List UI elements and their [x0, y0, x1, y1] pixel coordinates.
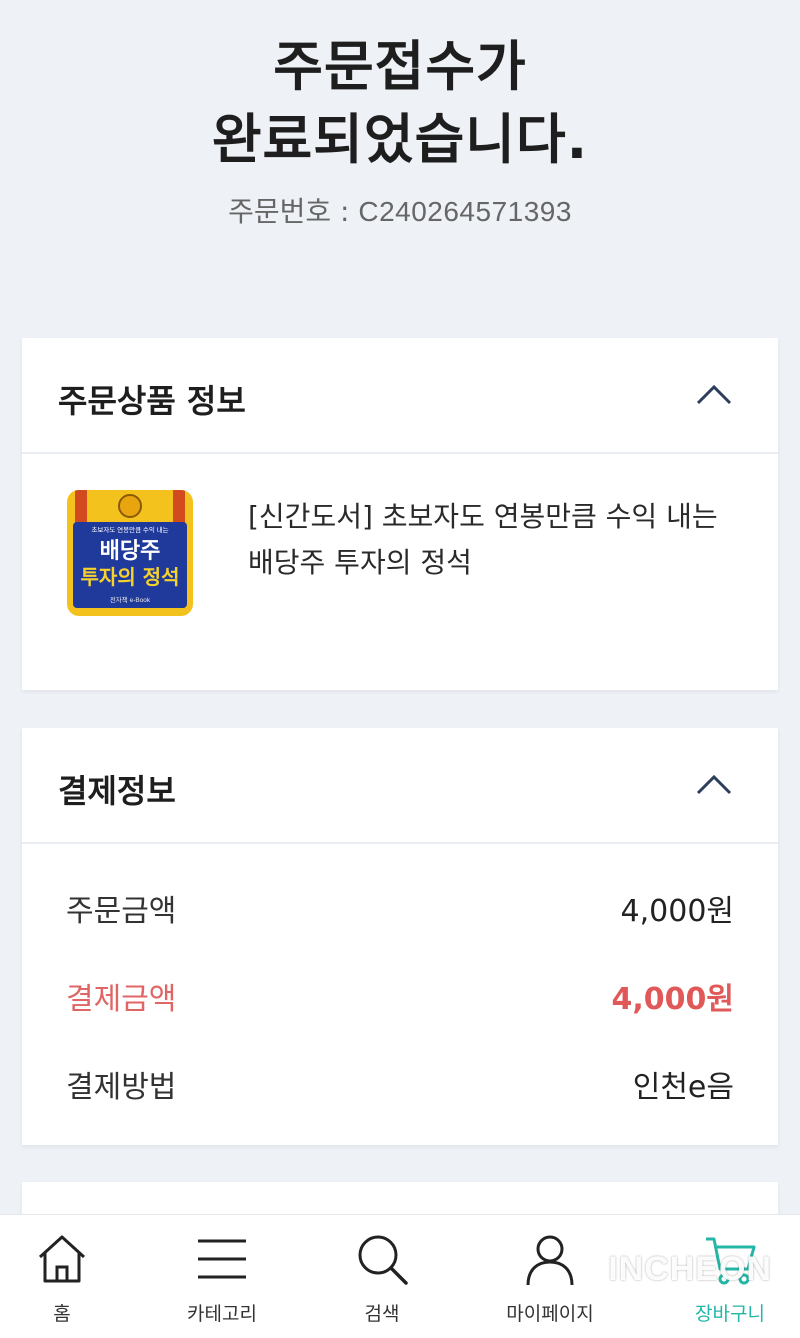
payment-info-header[interactable]: 결제정보 [22, 728, 778, 844]
order-amount-value: 4,000원 [620, 894, 734, 929]
nav-search[interactable]: 검색 [302, 1215, 462, 1338]
payment-info-title: 결제정보 [58, 772, 176, 810]
order-amount-row: 주문금액 4,000원 [66, 886, 734, 930]
nav-home-label: 홈 [53, 1303, 71, 1325]
user-icon [526, 1235, 574, 1286]
book-cover-title-1: 배당주 [100, 539, 161, 564]
product-info-header[interactable]: 주문상품 정보 [22, 338, 778, 454]
order-complete-header: 주문접수가 완료되었습니다. 주문번호 : C240264571393 [0, 0, 800, 300]
payment-info-card: 결제정보 주문금액 4,000원 결제금액 4,000원 결제방법 인천e음 [22, 728, 778, 1145]
payment-method-row: 결제방법 인천e음 [66, 1062, 734, 1106]
order-number-value: C240264571393 [358, 196, 572, 227]
order-amount-label: 주문금액 [66, 894, 177, 929]
product-info-title: 주문상품 정보 [58, 382, 246, 420]
payment-method-value: 인천e음 [632, 1070, 734, 1105]
product-name[interactable]: [신간도서] 초보자도 연봉만큼 수익 내는 배당주 투자의 정석 [248, 494, 748, 586]
payment-amount-row: 결제금액 4,000원 [66, 974, 734, 1018]
nav-category-label: 카테고리 [187, 1303, 257, 1325]
book-cover-top-text: 초보자도 연봉만큼 수익 내는 [91, 525, 168, 534]
nav-search-label: 검색 [364, 1303, 400, 1325]
menu-icon [198, 1239, 246, 1279]
book-cover-title-2: 투자의 정석 [81, 565, 180, 589]
nav-mypage[interactable]: 마이페이지 [470, 1215, 630, 1338]
payment-method-label: 결제방법 [66, 1070, 177, 1105]
nav-cart-label: 장바구니 [695, 1303, 765, 1325]
incheon-watermark: INCHEON [608, 1250, 772, 1288]
order-number-label: 주문번호 : [228, 195, 359, 228]
book-cover-thumbnail[interactable]: 초보자도 연봉만큼 수익 내는 배당주 투자의 정석 전자책 e-Book [67, 490, 193, 616]
nav-home[interactable]: 홈 [0, 1215, 142, 1338]
book-cover-bottom-text: 전자책 e-Book [110, 595, 151, 604]
product-info-card: 주문상품 정보 초보자도 연봉만큼 수익 내는 배당주 투자의 정석 전자책 e… [22, 338, 778, 690]
order-number: 주문번호 : C240264571393 [0, 190, 800, 230]
search-icon [358, 1235, 408, 1285]
payment-amount-value: 4,000원 [611, 982, 735, 1017]
nav-category[interactable]: 카테고리 [142, 1215, 302, 1338]
book-cover-image: 초보자도 연봉만큼 수익 내는 배당주 투자의 정석 전자책 e-Book [67, 490, 193, 616]
page-title-line1: 주문접수가 [273, 35, 527, 98]
page-title-line2: 완료되었습니다. [211, 108, 589, 171]
home-icon [38, 1235, 86, 1283]
nav-mypage-label: 마이페이지 [506, 1303, 594, 1325]
chevron-up-icon[interactable] [694, 376, 734, 416]
chevron-up-icon[interactable] [694, 766, 734, 806]
payment-amount-label: 결제금액 [66, 982, 177, 1017]
